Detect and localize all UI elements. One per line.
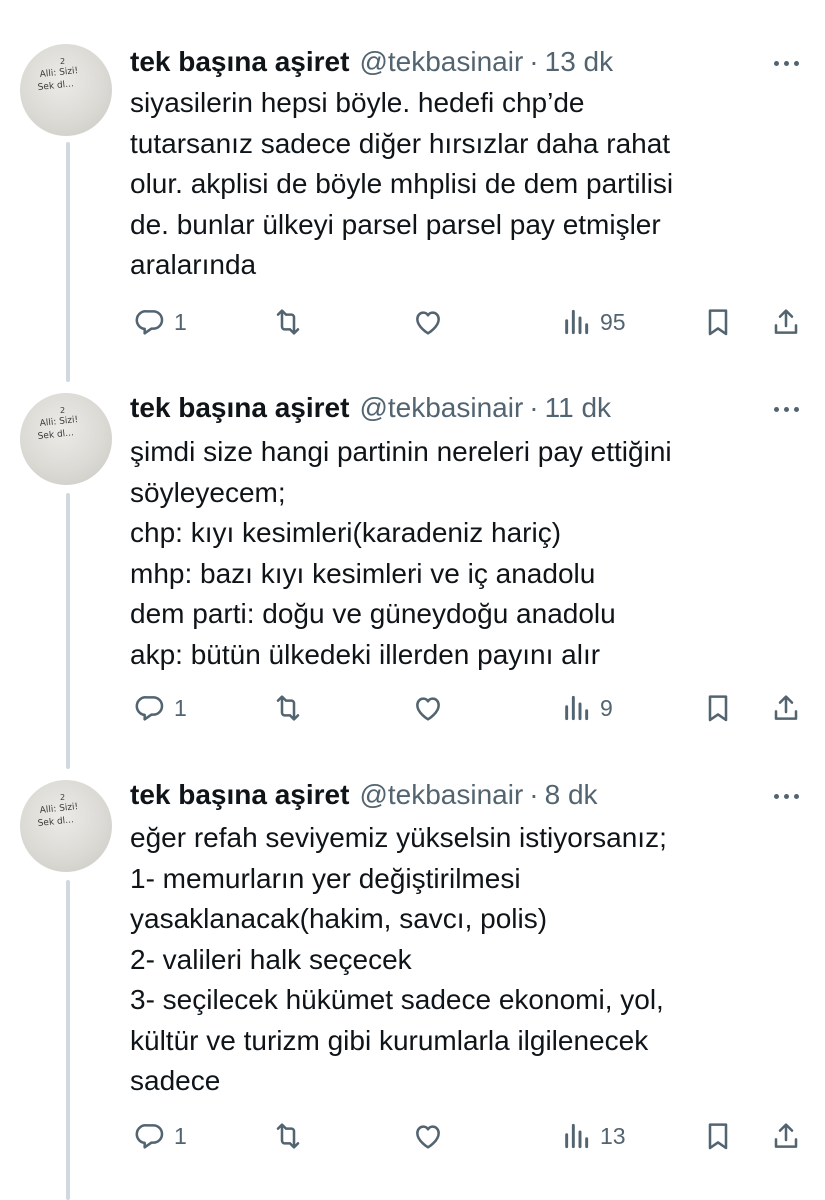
share-icon <box>774 1123 798 1148</box>
text-line: 3- seçilecek hükümet sadece ekonomi, yol… <box>130 984 664 1015</box>
timestamp[interactable]: 8 dk <box>545 779 598 811</box>
bookmark-icon <box>708 1123 728 1150</box>
views-count: 13 <box>600 1122 626 1149</box>
text-line: sadece <box>130 1065 221 1096</box>
text-line: yasaklanacak(hakim, savcı, polis) <box>130 903 548 934</box>
avatar-scribble-icon: 2 Alli: Sizi! Sek dl... <box>37 793 78 829</box>
svg-text:Alli: Sizi!: Alli: Sizi! <box>39 802 78 816</box>
separator-dot: · <box>529 779 539 810</box>
reply-button[interactable]: 1 <box>134 1114 187 1158</box>
tweet-3[interactable]: 2 Alli: Sizi! Sek dl... tek başına aşire… <box>0 0 825 1200</box>
share-button[interactable] <box>770 1114 802 1158</box>
tweet-text: eğer refah seviyemiz yükselsin istiyorsa… <box>130 818 790 1102</box>
tweet-actions: 1 13 <box>130 1114 810 1158</box>
author-name[interactable]: tek başına aşiret <box>130 779 349 811</box>
author-handle[interactable]: @tekbasinair <box>359 779 523 811</box>
like-button[interactable] <box>412 1114 444 1158</box>
reply-icon <box>135 1124 164 1149</box>
avatar[interactable]: 2 Alli: Sizi! Sek dl... <box>20 780 112 872</box>
views-button[interactable]: 13 <box>560 1114 626 1158</box>
svg-text:2: 2 <box>60 793 65 802</box>
text-line: eğer refah seviyemiz yükselsin istiyorsa… <box>130 822 667 853</box>
bookmark-button[interactable] <box>702 1114 734 1158</box>
tweet-header: tek başına aşiret @tekbasinair · 8 dk <box>130 775 598 815</box>
like-icon <box>416 1125 440 1149</box>
retweet-button[interactable] <box>272 1114 304 1158</box>
text-line: kültür ve turizm gibi kurumlarla ilgilen… <box>130 1024 649 1056</box>
text-line: 2- valileri halk seçecek <box>130 943 412 975</box>
more-icon[interactable] <box>769 781 803 811</box>
reply-count: 1 <box>174 1122 187 1149</box>
views-icon <box>565 1123 589 1149</box>
text-line: 1- memurların yer değiştirilmesi <box>130 862 521 894</box>
svg-text:Sek dl...: Sek dl... <box>37 815 74 829</box>
retweet-icon <box>276 1123 300 1149</box>
